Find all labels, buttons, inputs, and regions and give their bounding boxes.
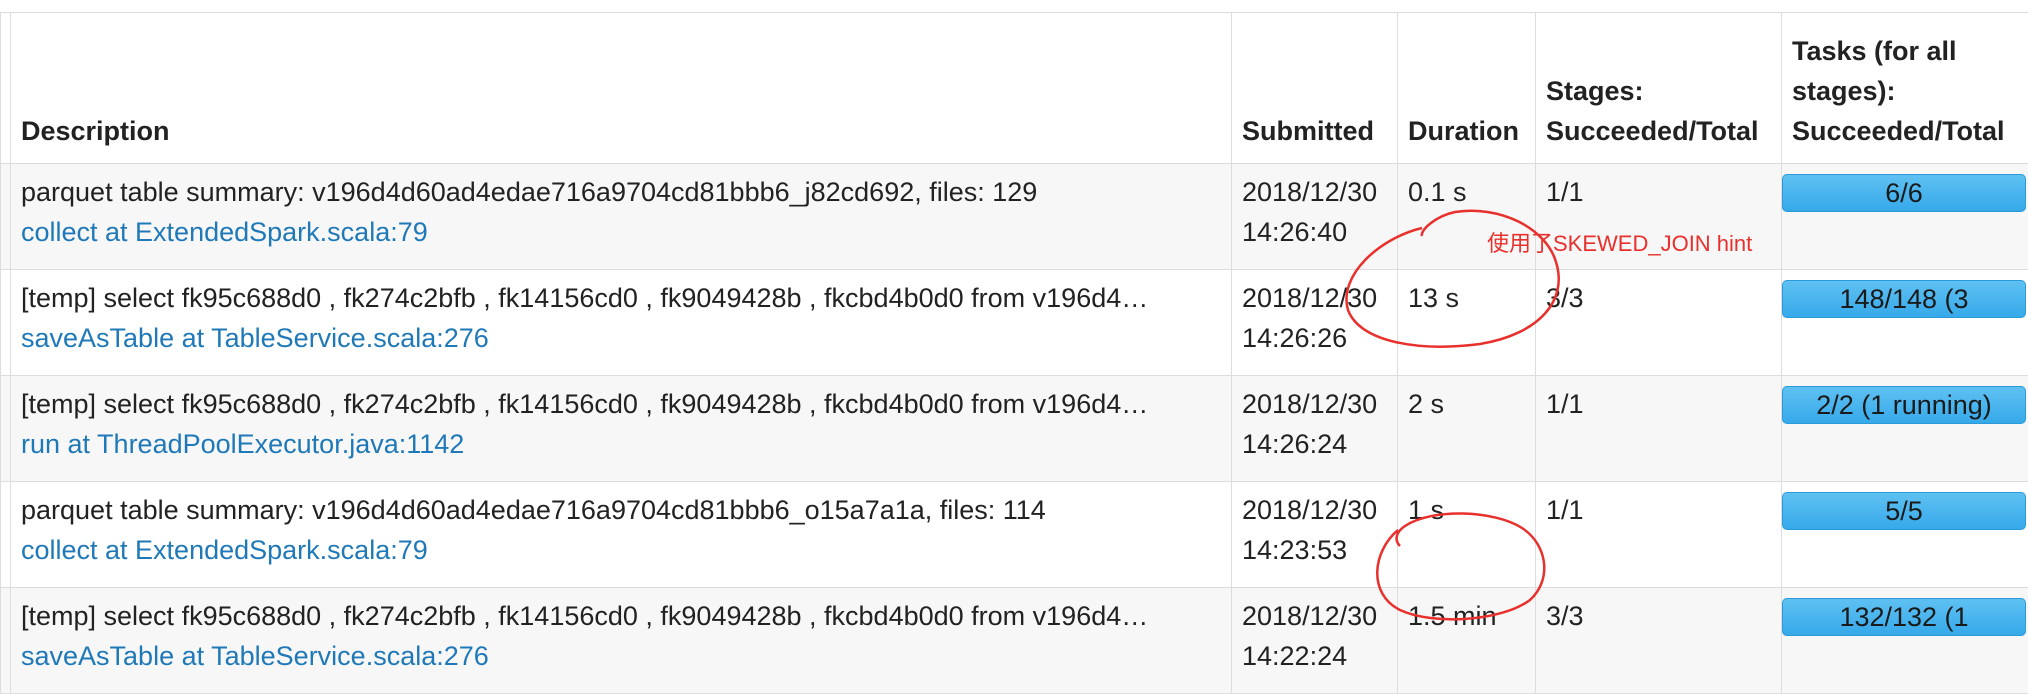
submitted-time: 14:26:40 [1242, 212, 1387, 252]
submitted-cell: 2018/12/30 14:23:53 [1232, 482, 1398, 588]
duration-cell: 2 s [1398, 376, 1536, 482]
description-cell: [temp] select fk95c688d0 , fk274c2bfb , … [11, 270, 1232, 376]
stages-cell: 3/3 [1536, 588, 1782, 694]
job-description: [temp] select fk95c688d0 , fk274c2bfb , … [21, 384, 1221, 424]
row-edge [1, 270, 11, 376]
duration-cell: 1 s [1398, 482, 1536, 588]
submitted-cell: 2018/12/30 14:26:26 [1232, 270, 1398, 376]
table-row: [temp] select fk95c688d0 , fk274c2bfb , … [1, 376, 2028, 482]
submitted-cell: 2018/12/30 14:26:24 [1232, 376, 1398, 482]
submitted-date: 2018/12/30 [1242, 596, 1387, 636]
duration-cell: 1.5 min [1398, 588, 1536, 694]
tasks-cell: 6/6 [1782, 164, 2028, 270]
task-progress-bar: 132/132 (1 [1782, 598, 2026, 636]
job-link[interactable]: saveAsTable at TableService.scala:276 [21, 636, 1221, 676]
submitted-cell: 2018/12/30 14:26:40 [1232, 164, 1398, 270]
description-cell: [temp] select fk95c688d0 , fk274c2bfb , … [11, 376, 1232, 482]
task-progress-bar: 6/6 [1782, 174, 2026, 212]
job-link[interactable]: collect at ExtendedSpark.scala:79 [21, 530, 1221, 570]
submitted-date: 2018/12/30 [1242, 490, 1387, 530]
tasks-cell: 148/148 (3 [1782, 270, 2028, 376]
stages-cell: 1/1 [1536, 376, 1782, 482]
description-cell: parquet table summary: v196d4d60ad4edae7… [11, 164, 1232, 270]
row-edge [1, 376, 11, 482]
stages-cell: 1/1 [1536, 482, 1782, 588]
header-duration[interactable]: Duration [1398, 13, 1536, 164]
tasks-cell: 2/2 (1 running) [1782, 376, 2028, 482]
row-edge [1, 164, 11, 270]
header-tasks[interactable]: Tasks (for all stages): Succeeded/Total [1782, 13, 2028, 164]
row-edge [1, 482, 11, 588]
submitted-time: 14:22:24 [1242, 636, 1387, 676]
table-row: parquet table summary: v196d4d60ad4edae7… [1, 482, 2028, 588]
submitted-date: 2018/12/30 [1242, 172, 1387, 212]
header-description[interactable]: Description [11, 13, 1232, 164]
description-cell: [temp] select fk95c688d0 , fk274c2bfb , … [11, 588, 1232, 694]
table-row: [temp] select fk95c688d0 , fk274c2bfb , … [1, 588, 2028, 694]
task-progress-bar: 2/2 (1 running) [1782, 386, 2026, 424]
submitted-cell: 2018/12/30 14:22:24 [1232, 588, 1398, 694]
stages-cell: 3/3 [1536, 270, 1782, 376]
duration-cell: 13 s [1398, 270, 1536, 376]
tasks-cell: 132/132 (1 [1782, 588, 2028, 694]
description-cell: parquet table summary: v196d4d60ad4edae7… [11, 482, 1232, 588]
submitted-date: 2018/12/30 [1242, 384, 1387, 424]
task-progress-bar: 148/148 (3 [1782, 280, 2026, 318]
job-description: [temp] select fk95c688d0 , fk274c2bfb , … [21, 596, 1221, 636]
tasks-cell: 5/5 [1782, 482, 2028, 588]
submitted-time: 14:23:53 [1242, 530, 1387, 570]
header-edge [1, 13, 11, 164]
hint-annotation: 使用了SKEWED_JOIN hint [1487, 226, 1752, 258]
submitted-date: 2018/12/30 [1242, 278, 1387, 318]
table-row: [temp] select fk95c688d0 , fk274c2bfb , … [1, 270, 2028, 376]
submitted-time: 14:26:24 [1242, 424, 1387, 464]
job-link[interactable]: saveAsTable at TableService.scala:276 [21, 318, 1221, 358]
job-description: parquet table summary: v196d4d60ad4edae7… [21, 490, 1221, 530]
job-link[interactable]: run at ThreadPoolExecutor.java:1142 [21, 424, 1221, 464]
header-stages[interactable]: Stages: Succeeded/Total [1536, 13, 1782, 164]
task-progress-bar: 5/5 [1782, 492, 2026, 530]
row-edge [1, 588, 11, 694]
header-submitted[interactable]: Submitted [1232, 13, 1398, 164]
jobs-table: Description Submitted Duration Stages: S… [0, 12, 2028, 694]
job-link[interactable]: collect at ExtendedSpark.scala:79 [21, 212, 1221, 252]
job-description: parquet table summary: v196d4d60ad4edae7… [21, 172, 1221, 212]
submitted-time: 14:26:26 [1242, 318, 1387, 358]
header-row: Description Submitted Duration Stages: S… [1, 13, 2028, 164]
job-description: [temp] select fk95c688d0 , fk274c2bfb , … [21, 278, 1221, 318]
